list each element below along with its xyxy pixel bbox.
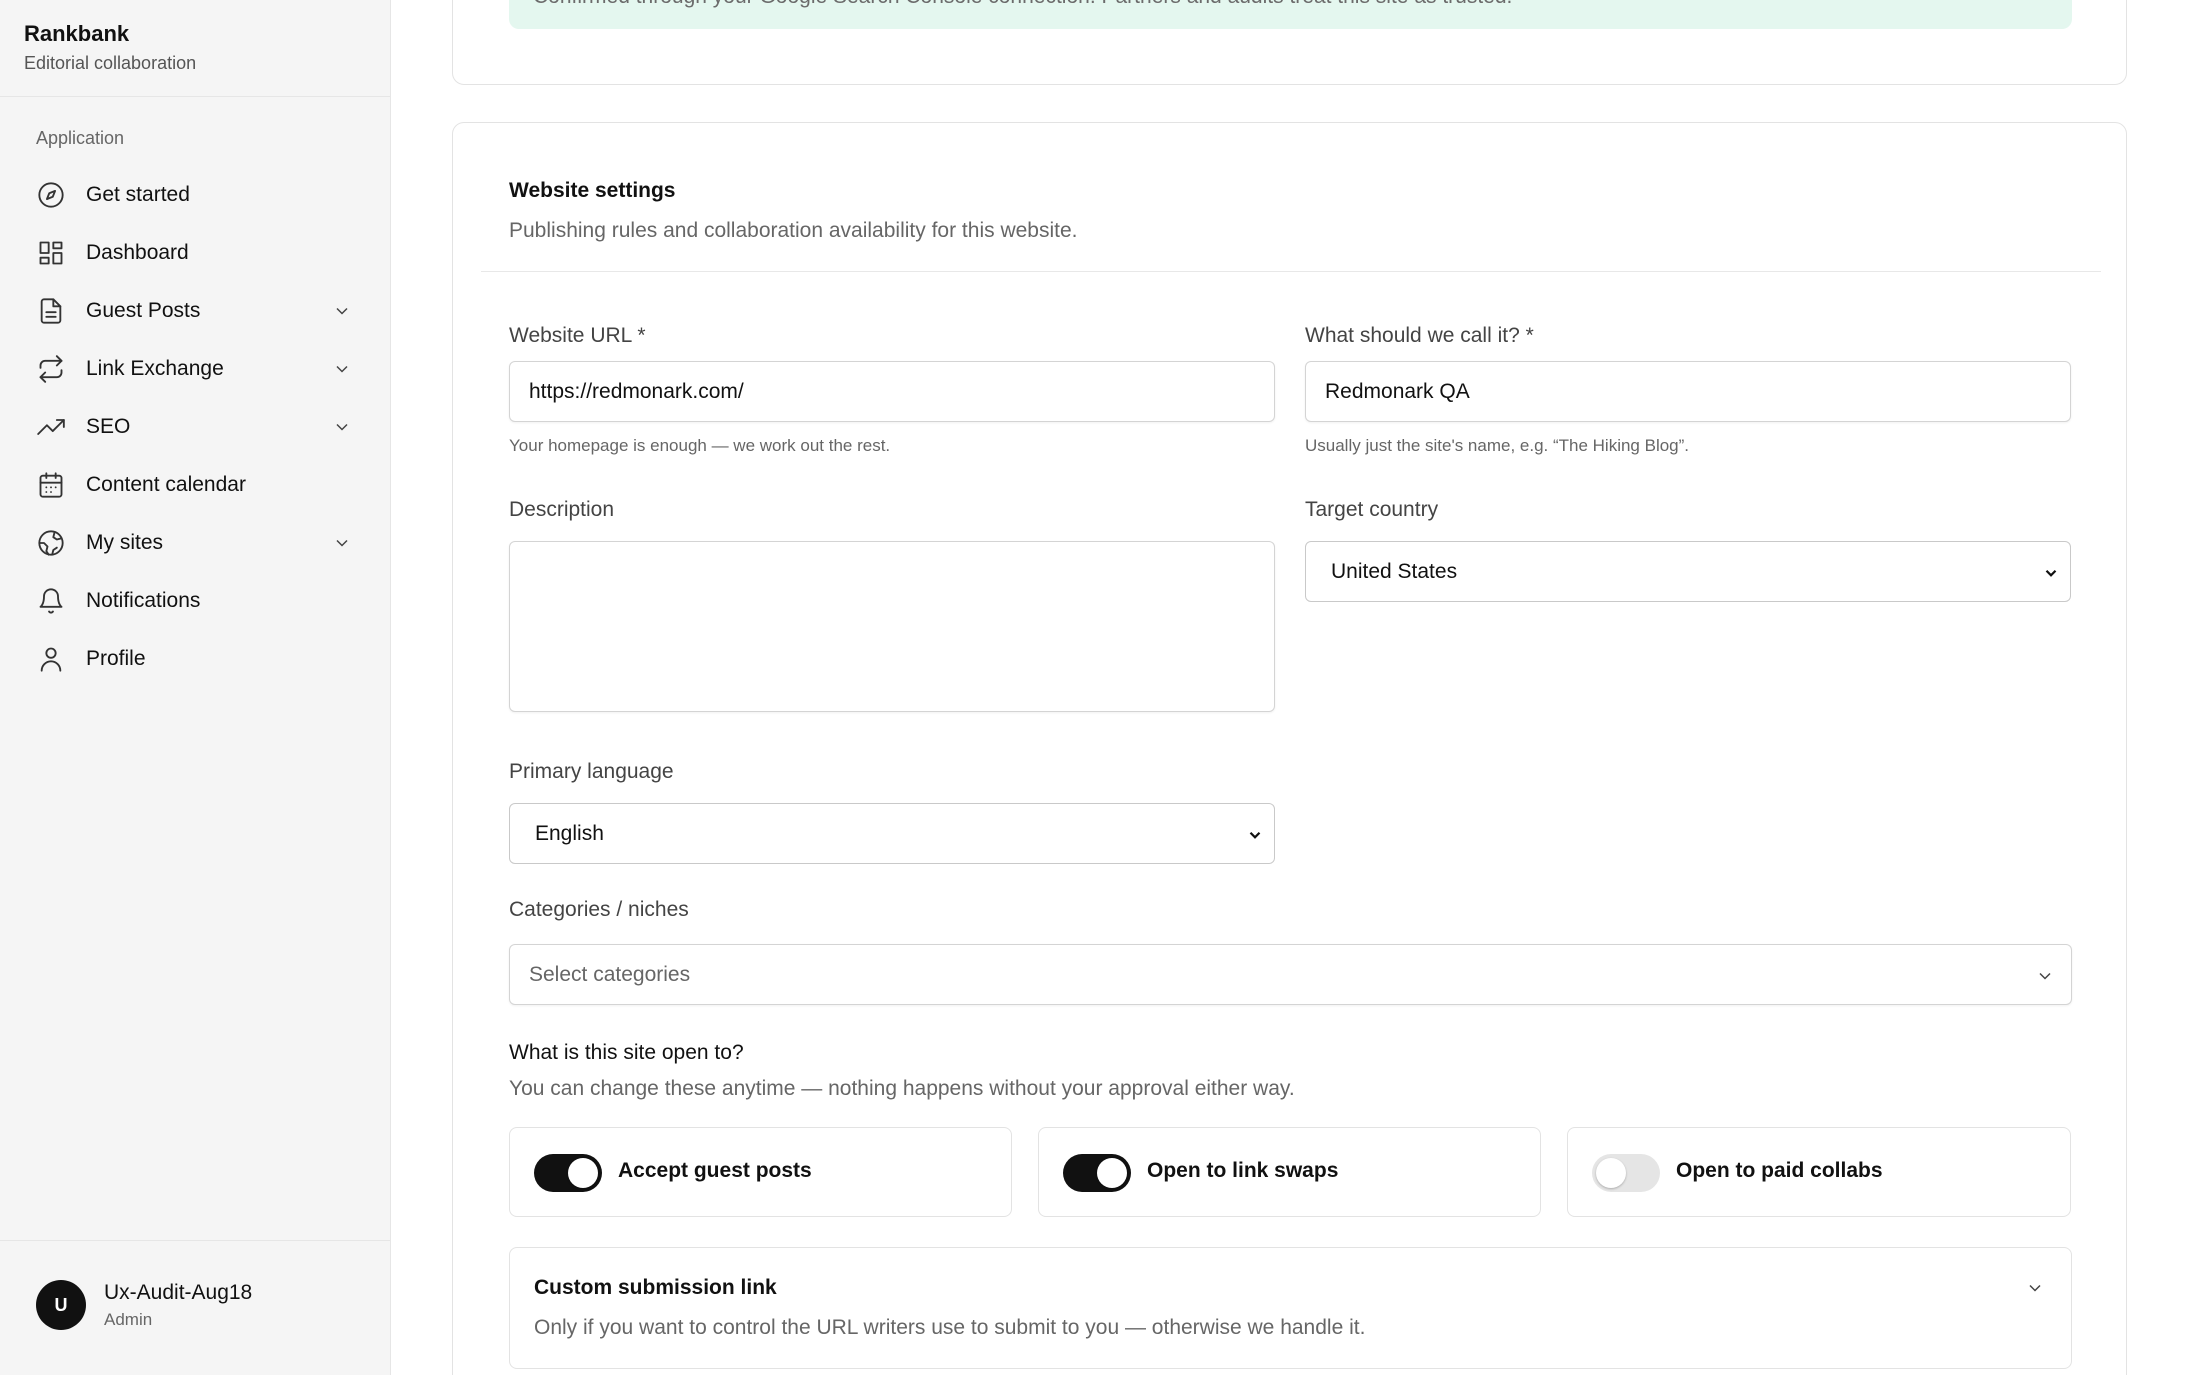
sidebar: Rankbank Editorial collaboration Applica… xyxy=(0,0,391,1375)
sidebar-item-content-calendar[interactable]: Content calendar xyxy=(0,456,390,514)
section-title: Website settings xyxy=(509,179,676,202)
categories-select[interactable]: Select categories xyxy=(509,944,2072,1005)
sidebar-item-seo[interactable]: SEO xyxy=(0,398,390,456)
primary-language-label: Primary language xyxy=(509,760,674,783)
section-subtitle: Publishing rules and collaboration avail… xyxy=(509,219,1078,242)
site-name-help: Usually just the site's name, e.g. “The … xyxy=(1305,436,1690,455)
chevron-down-icon[interactable] xyxy=(332,417,352,437)
verification-card: Confirmed through your Google Search Con… xyxy=(452,0,2127,85)
sidebar-item-label: Content calendar xyxy=(86,473,246,496)
target-country-label: Target country xyxy=(1305,498,1439,521)
avatar: U xyxy=(36,1280,86,1330)
description-label: Description xyxy=(509,498,615,521)
sidebar-nav: Get started Dashboard Guest Posts Link E… xyxy=(0,166,390,688)
toggle-label: Open to link swaps xyxy=(1147,1159,1339,1182)
open-to-subtitle: You can change these anytime — nothing h… xyxy=(509,1077,1295,1100)
chevron-down-icon[interactable] xyxy=(2025,1278,2045,1298)
sidebar-item-label: My sites xyxy=(86,531,164,554)
collapse-title: Custom submission link xyxy=(534,1276,777,1299)
user-name: Ux-Audit-Aug18 xyxy=(104,1281,253,1304)
bell-icon xyxy=(36,586,66,616)
calendar-icon xyxy=(36,470,66,500)
toggle-card-link-swaps[interactable]: Open to link swaps xyxy=(1038,1127,1541,1217)
nav-section-label: Application xyxy=(36,128,125,148)
dashboard-icon xyxy=(36,238,66,268)
compass-icon xyxy=(36,180,66,210)
site-name-input[interactable]: Redmonark QA xyxy=(1305,361,2071,422)
document-icon xyxy=(36,296,66,326)
website-settings-card: Website settings Publishing rules and co… xyxy=(452,122,2127,1375)
sidebar-item-profile[interactable]: Profile xyxy=(0,630,390,688)
target-country-value: United States xyxy=(1331,559,1458,583)
repeat-icon xyxy=(36,354,66,384)
user-info: Ux-Audit-Aug18 Admin xyxy=(104,1280,252,1330)
toggle-knob xyxy=(568,1158,598,1188)
target-country-select[interactable]: United States xyxy=(1305,541,2071,602)
site-name-label: What should we call it? * xyxy=(1305,324,1534,347)
paid-collabs-toggle[interactable] xyxy=(1592,1154,1660,1192)
chevron-down-icon[interactable] xyxy=(332,301,352,321)
link-swaps-toggle[interactable] xyxy=(1063,1154,1131,1192)
chevron-down-icon xyxy=(1246,826,1264,844)
sidebar-item-label: Get started xyxy=(86,183,190,206)
sidebar-item-dashboard[interactable]: Dashboard xyxy=(0,224,390,282)
user-icon xyxy=(36,644,66,674)
toggle-knob xyxy=(1596,1158,1626,1188)
toggle-label: Open to paid collabs xyxy=(1676,1159,1883,1182)
open-to-title: What is this site open to? xyxy=(509,1041,744,1064)
chevron-down-icon xyxy=(2042,564,2060,582)
divider xyxy=(0,1240,390,1241)
verified-banner-text: Confirmed through your Google Search Con… xyxy=(533,0,1512,9)
chevron-down-icon[interactable] xyxy=(332,533,352,553)
user-menu[interactable]: U Ux-Audit-Aug18 Admin xyxy=(36,1280,252,1330)
website-url-help: Your homepage is enough — we work out th… xyxy=(509,436,891,455)
sidebar-item-notifications[interactable]: Notifications xyxy=(0,572,390,630)
chevron-down-icon[interactable] xyxy=(332,359,352,379)
chevron-down-icon xyxy=(2035,966,2055,986)
guest-posts-toggle[interactable] xyxy=(534,1154,602,1192)
divider xyxy=(481,271,2101,272)
divider xyxy=(0,96,390,97)
brand: Rankbank Editorial collaboration xyxy=(24,20,196,74)
trending-up-icon xyxy=(36,412,66,442)
verified-banner: Confirmed through your Google Search Con… xyxy=(509,0,2072,29)
sidebar-item-guest-posts[interactable]: Guest Posts xyxy=(0,282,390,340)
toggle-label: Accept guest posts xyxy=(618,1159,812,1182)
globe-icon xyxy=(36,528,66,558)
brand-subtitle: Editorial collaboration xyxy=(24,53,197,73)
sidebar-item-link-exchange[interactable]: Link Exchange xyxy=(0,340,390,398)
toggle-knob xyxy=(1097,1158,1127,1188)
sidebar-item-label: Guest Posts xyxy=(86,299,201,322)
user-role: Admin xyxy=(104,1310,153,1329)
sidebar-item-label: Profile xyxy=(86,647,146,670)
primary-language-value: English xyxy=(535,821,604,845)
sidebar-item-label: SEO xyxy=(86,415,131,438)
custom-submission-link-panel[interactable]: Custom submission link Only if you want … xyxy=(509,1247,2072,1369)
brand-name: Rankbank xyxy=(24,21,130,46)
description-textarea[interactable] xyxy=(509,541,1275,712)
website-url-input[interactable]: https://redmonark.com/ xyxy=(509,361,1275,422)
toggle-card-guest-posts[interactable]: Accept guest posts xyxy=(509,1127,1012,1217)
collapse-subtitle: Only if you want to control the URL writ… xyxy=(534,1316,1366,1339)
categories-label: Categories / niches xyxy=(509,898,689,921)
primary-language-select[interactable]: English xyxy=(509,803,1275,864)
toggle-card-paid-collabs[interactable]: Open to paid collabs xyxy=(1567,1127,2071,1217)
sidebar-item-label: Dashboard xyxy=(86,241,189,264)
sidebar-item-label: Link Exchange xyxy=(86,357,224,380)
website-url-label: Website URL * xyxy=(509,324,646,347)
sidebar-item-label: Notifications xyxy=(86,589,201,612)
categories-placeholder: Select categories xyxy=(529,962,691,986)
sidebar-item-my-sites[interactable]: My sites xyxy=(0,514,390,572)
sidebar-item-get-started[interactable]: Get started xyxy=(0,166,390,224)
